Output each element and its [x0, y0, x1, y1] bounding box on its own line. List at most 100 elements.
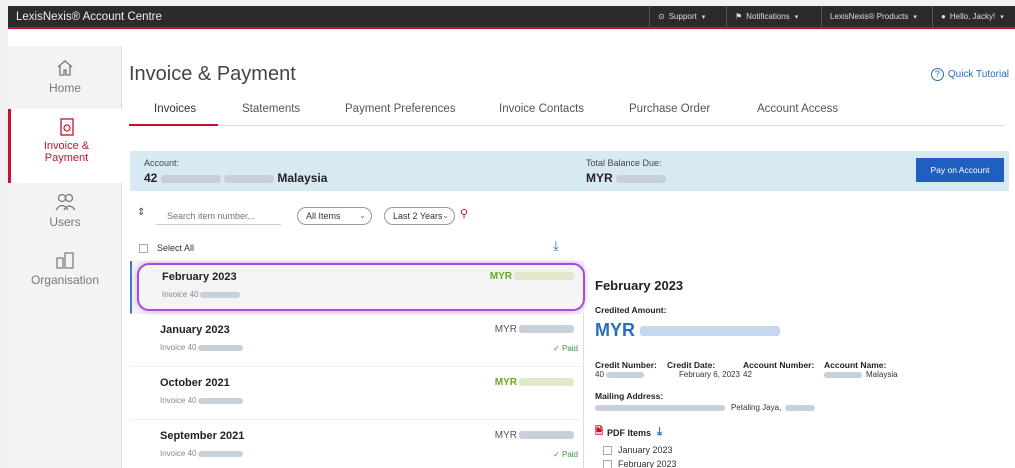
- quick-tutorial-link[interactable]: ? Quick Tutorial: [930, 68, 1009, 81]
- tab-invoice-contacts[interactable]: Invoice Contacts: [499, 103, 584, 115]
- user-icon: ●: [941, 12, 946, 21]
- credit-number-label: Credit Number:: [595, 360, 657, 370]
- pdf-items-label: PDF Items: [607, 427, 652, 438]
- account-name-label: Account Name:: [824, 360, 887, 370]
- sidebar-item-home[interactable]: Home: [8, 52, 122, 108]
- pdf-item-label: January 2023: [618, 445, 673, 455]
- account-country: Malaysia: [277, 171, 328, 185]
- quick-tutorial-label: Quick Tutorial: [947, 69, 1009, 80]
- item-title: October 2021: [160, 377, 230, 389]
- item-subtitle: Invoice 40: [160, 343, 244, 352]
- sidebar-item-label: Users: [49, 215, 81, 229]
- home-icon: [57, 60, 73, 76]
- sort-icon[interactable]: ⇕: [137, 207, 145, 218]
- pdf-icon: 🗎: [595, 426, 604, 437]
- organisation-icon: [56, 252, 74, 269]
- select-all-checkbox[interactable]: [139, 243, 148, 253]
- detail-title: February 2023: [595, 278, 684, 293]
- select-all-label: Select All: [157, 243, 195, 253]
- item-amount: MYR: [495, 324, 574, 335]
- credit-number-value: 40: [595, 370, 644, 379]
- items-select-value: All Items: [306, 211, 341, 221]
- products-label: LexisNexis® Products: [830, 12, 909, 21]
- sidebar-item-label: Organisation: [30, 273, 100, 287]
- page-title: Invoice & Payment: [129, 63, 296, 85]
- notifications-menu[interactable]: ⚑ Notifications ▾: [726, 6, 806, 27]
- tab-payment-preferences[interactable]: Payment Preferences: [345, 103, 456, 115]
- selection-highlight: [137, 263, 585, 311]
- redacted-text: [224, 174, 275, 183]
- sidebar: Home Invoice & Payment Users Organisatio…: [8, 46, 122, 468]
- tab-bar: Invoices Statements Payment Preferences …: [129, 100, 1005, 126]
- pdf-items-header: 🗎 PDF Items ⤓: [595, 424, 662, 441]
- invoice-detail-panel: February 2023 Credited Amount: MYR Credi…: [595, 261, 1005, 468]
- sidebar-item-label: Home: [48, 81, 81, 95]
- account-number-value: 42: [743, 370, 752, 379]
- mailing-address-label: Mailing Address:: [595, 391, 664, 401]
- filter-bar: ⇕ All Items ⌄ Last 2 Years ⌄ ⚲: [130, 204, 580, 228]
- list-item[interactable]: October 2021 Invoice 40 MYR: [130, 367, 584, 420]
- support-label: Support: [668, 12, 697, 21]
- balance-label: Total Balance Due:: [586, 158, 662, 168]
- redacted-text: [160, 174, 221, 183]
- paid-status: ✓ Paid: [553, 344, 578, 353]
- items-select[interactable]: All Items ⌄: [297, 207, 372, 225]
- chevron-down-icon: ⌄: [359, 211, 366, 220]
- brand-title: LexisNexis® Account Centre: [16, 11, 162, 23]
- account-name-value: Malaysia: [824, 370, 898, 379]
- balance-value: MYR: [586, 171, 667, 185]
- item-subtitle: Invoice 40: [160, 449, 244, 458]
- pdf-item-label: February 2023: [618, 459, 677, 468]
- item-title: September 2021: [160, 430, 245, 442]
- users-icon: [55, 193, 76, 211]
- credited-amount-value: MYR: [595, 320, 781, 341]
- search-icon[interactable]: ⚲: [460, 207, 468, 220]
- balance-currency: MYR: [586, 171, 613, 185]
- redacted-text: [616, 174, 667, 183]
- flag-icon: ⚑: [735, 12, 743, 21]
- tab-purchase-order[interactable]: Purchase Order: [629, 103, 710, 115]
- pdf-item-checkbox[interactable]: [603, 459, 612, 468]
- pdf-item-checkbox[interactable]: [603, 445, 612, 455]
- list-item[interactable]: January 2023 Invoice 40 MYR ✓ Paid: [130, 314, 584, 367]
- active-tab-indicator: [129, 124, 218, 126]
- list-item[interactable]: September 2021 Invoice 40 MYR ✓ Paid: [130, 420, 584, 468]
- credit-date-value: February 6, 2023: [679, 370, 740, 379]
- pay-on-account-button[interactable]: Pay on Account: [916, 158, 1004, 182]
- sidebar-item-organisation[interactable]: Organisation: [8, 244, 122, 300]
- sidebar-item-users[interactable]: Users: [8, 186, 122, 242]
- tab-account-access[interactable]: Account Access: [757, 103, 838, 115]
- search-input[interactable]: [156, 207, 281, 225]
- period-select[interactable]: Last 2 Years ⌄: [384, 207, 455, 225]
- download-icon[interactable]: ⤓: [553, 238, 559, 254]
- support-menu[interactable]: ⊙ Support ▾: [649, 6, 713, 27]
- chevron-down-icon: ▾: [1000, 13, 1004, 21]
- top-bar: LexisNexis® Account Centre ⊙ Support ▾ ⚑…: [8, 6, 1015, 29]
- tab-statements[interactable]: Statements: [242, 103, 300, 115]
- chevron-down-icon: ▾: [701, 13, 706, 21]
- mailing-address-value: Petaling Jaya,: [595, 403, 816, 412]
- app-window: LexisNexis® Account Centre ⊙ Support ▾ ⚑…: [8, 6, 1015, 468]
- credited-amount-label: Credited Amount:: [595, 305, 667, 315]
- support-icon: ⊙: [658, 12, 665, 21]
- chevron-down-icon: ⌄: [442, 211, 449, 220]
- notifications-label: Notifications: [746, 12, 790, 21]
- user-menu[interactable]: ● Hello, Jacky! ▾: [932, 6, 1015, 27]
- item-amount: MYR: [495, 430, 574, 441]
- item-subtitle: Invoice 40: [160, 396, 244, 405]
- sidebar-item-invoice-payment[interactable]: Invoice & Payment: [8, 109, 122, 183]
- download-icon[interactable]: ⤓: [657, 426, 662, 439]
- credit-date-label: Credit Date:: [667, 360, 716, 370]
- paid-status: ✓ Paid: [553, 450, 578, 459]
- tab-invoices[interactable]: Invoices: [154, 103, 196, 115]
- pdf-item[interactable]: January 2023: [603, 445, 673, 455]
- products-menu[interactable]: LexisNexis® Products ▾: [821, 6, 925, 27]
- select-all[interactable]: Select All: [139, 243, 194, 253]
- account-number-label: Account Number:: [743, 360, 815, 370]
- account-label: Account:: [144, 158, 180, 168]
- account-summary: Account: 42 Malaysia Total Balance Due: …: [130, 151, 1009, 191]
- pdf-item[interactable]: February 2023: [603, 459, 677, 468]
- sidebar-item-label: Invoice & Payment: [43, 140, 90, 164]
- help-icon: ?: [930, 68, 944, 81]
- chevron-down-icon: ▾: [913, 13, 917, 21]
